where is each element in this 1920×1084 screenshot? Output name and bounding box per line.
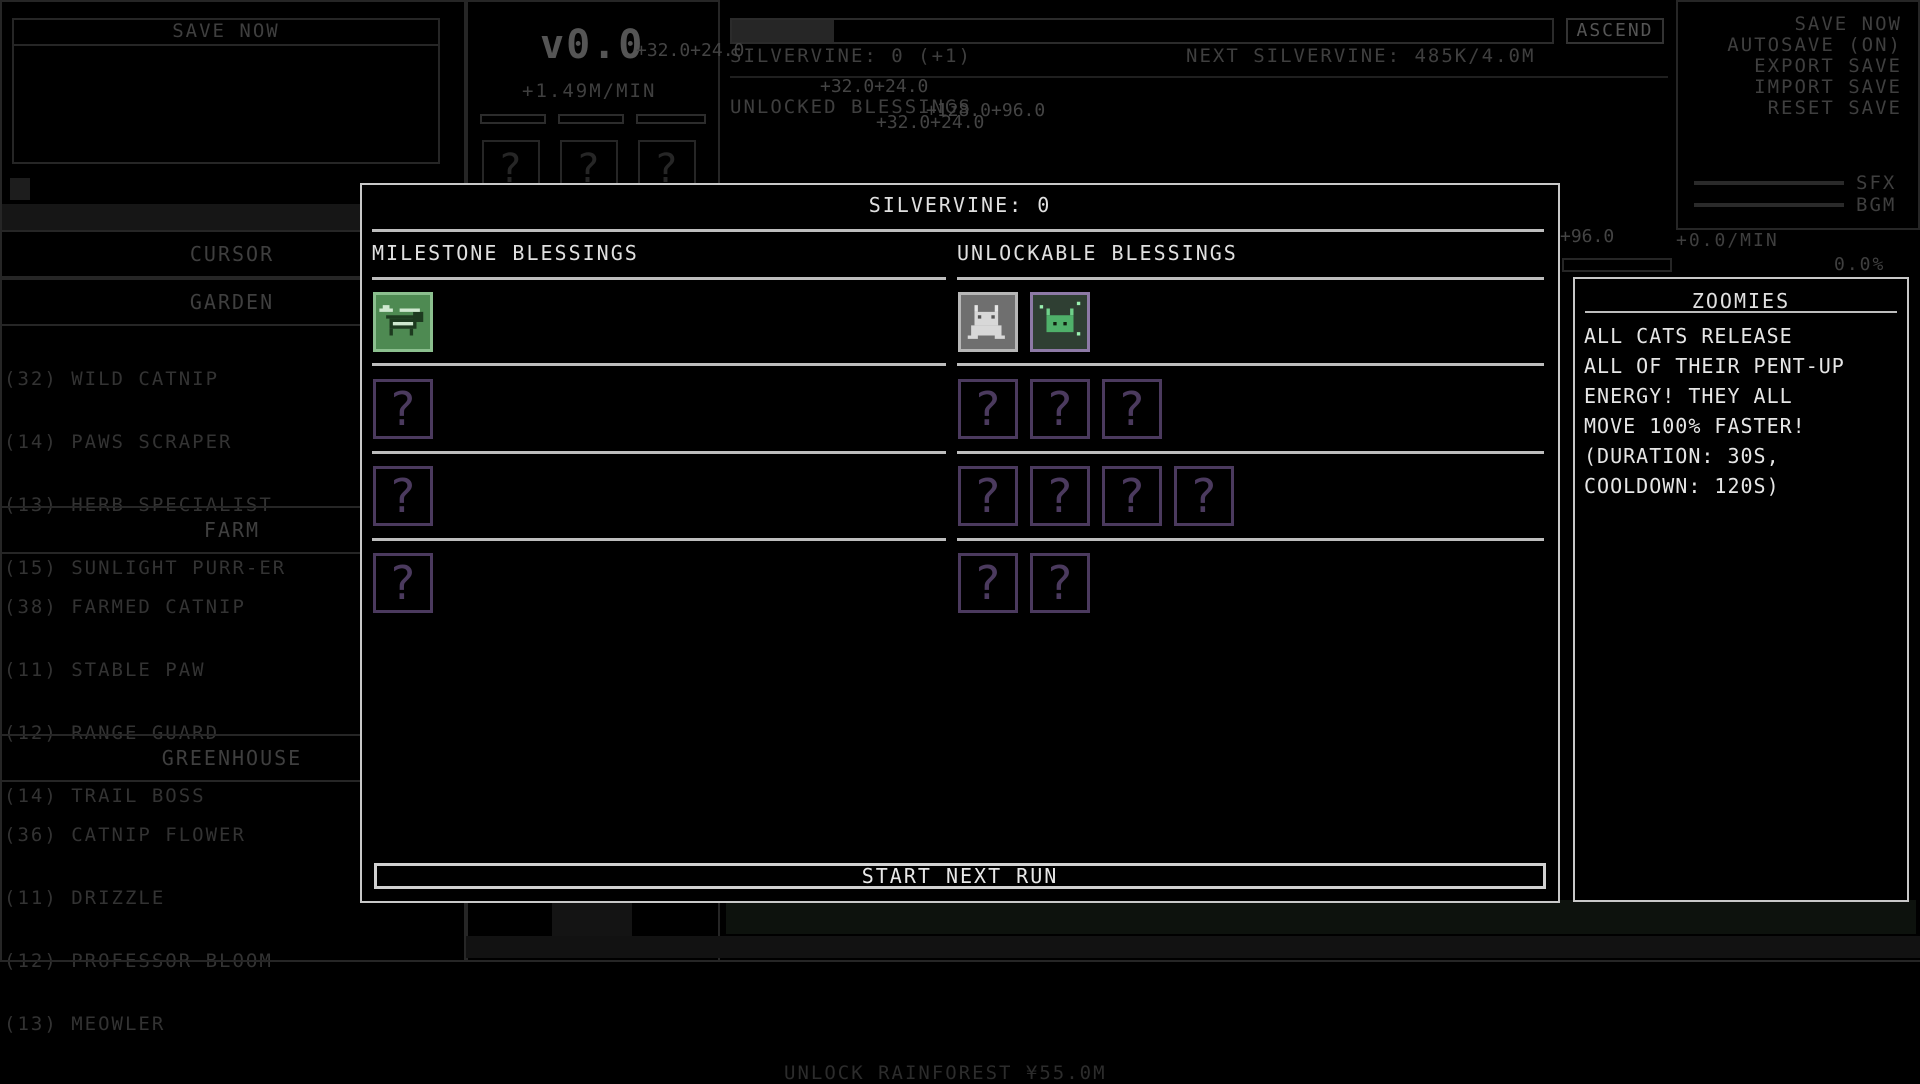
silvervine-header: SILVERVINE: 0 (+1)	[730, 45, 972, 67]
version-label: v0.0	[540, 22, 645, 68]
unlock-hint: UNLOCK RAINFOREST ¥55.0M	[784, 1062, 1107, 1084]
floating-gain: +32.0+24.0	[636, 40, 745, 61]
tooltip-title: ZOOMIES	[1691, 289, 1791, 313]
greenhouse-item[interactable]: (36) CATNIP FLOWER	[4, 825, 273, 846]
floating-gain: +96.0	[1560, 226, 1615, 247]
milestone-divider	[372, 363, 946, 366]
progress-bar-3	[636, 114, 706, 124]
floating-gain: +32.0+24.0	[876, 112, 985, 133]
unlockable-divider	[957, 277, 1544, 280]
question-mark-icon: ?	[390, 556, 416, 610]
floating-gain: +32.0+24.0	[820, 76, 929, 97]
milestone-blessing-locked[interactable]: ?	[373, 466, 433, 526]
ascend-progress-track	[730, 18, 1554, 44]
ascend-progress-fill	[732, 20, 834, 42]
question-mark-icon: ?	[975, 382, 1001, 436]
unlockable-blessing-locked[interactable]: ?	[958, 379, 1018, 439]
bgm-label: BGM	[1856, 194, 1897, 216]
greenhouse-item[interactable]: (11) DRIZZLE	[4, 888, 273, 909]
sfx-label: SFX	[1856, 172, 1897, 194]
unlockable-divider	[957, 363, 1544, 366]
milestone-divider	[372, 538, 946, 541]
question-mark-icon: ?	[390, 469, 416, 523]
question-mark-icon: ?	[975, 556, 1001, 610]
unlockable-divider	[957, 451, 1544, 454]
tooltip-line: (DURATION: 30S,	[1584, 444, 1780, 468]
garden-item[interactable]: (32) WILD CATNIP	[4, 369, 286, 390]
sfx-slider[interactable]	[1694, 181, 1844, 185]
start-next-run-button[interactable]: START NEXT RUN	[374, 863, 1546, 889]
right-per-min: +0.0/MIN	[1676, 230, 1779, 251]
menu-reset-save[interactable]: RESET SAVE	[1727, 98, 1902, 119]
ascend-button[interactable]: ASCEND	[1566, 18, 1664, 44]
unlockable-divider	[957, 538, 1544, 541]
ground-strip	[466, 936, 1920, 958]
progress-bar-2	[558, 114, 624, 124]
milestone-blessing-locked[interactable]: ?	[373, 553, 433, 613]
farm-item[interactable]: (38) FARMED CATNIP	[4, 597, 246, 618]
tooltip-line: ALL CATS RELEASE	[1584, 324, 1793, 348]
menu-export-save[interactable]: EXPORT SAVE	[1727, 56, 1902, 77]
title-divider	[372, 229, 1544, 232]
tooltip-line: ENERGY! THEY ALL	[1584, 384, 1793, 408]
unlockable-blessing-locked[interactable]: ?	[958, 553, 1018, 613]
milestone-blessings-header: MILESTONE BLESSINGS	[372, 241, 639, 265]
unlockable-blessing-locked[interactable]: ?	[1102, 466, 1162, 526]
next-silvervine: NEXT SILVERVINE: 485K/4.0M	[1186, 45, 1536, 67]
greenhouse-item[interactable]: (13) MEOWLER	[4, 1014, 273, 1035]
milestone-blessing-owned[interactable]	[373, 292, 433, 352]
modal-title: SILVERVINE: 0	[868, 193, 1052, 217]
tooltip-divider	[1585, 311, 1897, 313]
blessing-tooltip: ZOOMIES ALL CATS RELEASE ALL OF THEIR PE…	[1573, 277, 1909, 902]
sparkle-cat-icon	[1039, 301, 1081, 336]
question-mark-icon: ?	[1191, 469, 1217, 523]
house-icon	[552, 902, 632, 936]
farm-item[interactable]: (11) STABLE PAW	[4, 660, 246, 681]
bgm-slider[interactable]	[1694, 203, 1844, 207]
unlockable-blessing-locked[interactable]: ?	[1030, 379, 1090, 439]
milestone-blessing-locked[interactable]: ?	[373, 379, 433, 439]
unlockable-blessing-owned[interactable]	[1030, 292, 1090, 352]
unlockable-blessing-locked[interactable]: ?	[1174, 466, 1234, 526]
question-mark-icon: ?	[1047, 469, 1073, 523]
blessings-modal: SILVERVINE: 0 MILESTONE BLESSINGS UNLOCK…	[360, 183, 1560, 903]
rate-per-min: +1.49M/MIN	[522, 80, 657, 102]
unlockable-blessings-header: UNLOCKABLE BLESSINGS	[957, 241, 1238, 265]
question-mark-icon: ?	[1119, 382, 1145, 436]
right-progress-track	[1562, 258, 1672, 272]
cat-dash-icon	[379, 305, 424, 336]
question-mark-icon: ?	[390, 382, 416, 436]
garden-item[interactable]: (14) PAWS SCRAPER	[4, 432, 286, 453]
menu-save-now[interactable]: SAVE NOW	[1727, 14, 1902, 35]
tooltip-description: ALL CATS RELEASE ALL OF THEIR PENT-UP EN…	[1584, 321, 1904, 501]
ghost-cat-icon	[967, 305, 1005, 339]
menu-autosave[interactable]: AUTOSAVE (ON)	[1727, 35, 1902, 56]
unlockable-blessing-locked[interactable]: ?	[958, 466, 1018, 526]
milestone-divider	[372, 451, 946, 454]
milestone-divider	[372, 277, 946, 280]
unlockable-blessing-locked[interactable]: ?	[1030, 553, 1090, 613]
bottom-divider	[0, 960, 1920, 962]
tooltip-line: MOVE 100% FASTER!	[1584, 414, 1806, 438]
menu-import-save[interactable]: IMPORT SAVE	[1727, 77, 1902, 98]
question-mark-icon: ?	[1047, 556, 1073, 610]
question-mark-icon: ?	[1047, 382, 1073, 436]
question-mark-icon: ?	[1119, 469, 1145, 523]
question-mark-icon: ?	[975, 469, 1001, 523]
greenhouse-list: (36) CATNIP FLOWER (11) DRIZZLE (12) PRO…	[4, 783, 273, 1077]
right-percent: 0.0%	[1834, 254, 1886, 275]
save-menu: SAVE NOW AUTOSAVE (ON) EXPORT SAVE IMPOR…	[1727, 14, 1902, 119]
progress-bar-1	[480, 114, 546, 124]
unlockable-blessing-owned[interactable]	[958, 292, 1018, 352]
tooltip-line: ALL OF THEIR PENT-UP	[1584, 354, 1845, 378]
unlockable-blessing-locked[interactable]: ?	[1102, 379, 1162, 439]
cat-parade-strip	[726, 900, 1916, 934]
unlockable-blessing-locked[interactable]: ?	[1030, 466, 1090, 526]
tooltip-line: COOLDOWN: 120S)	[1584, 474, 1780, 498]
